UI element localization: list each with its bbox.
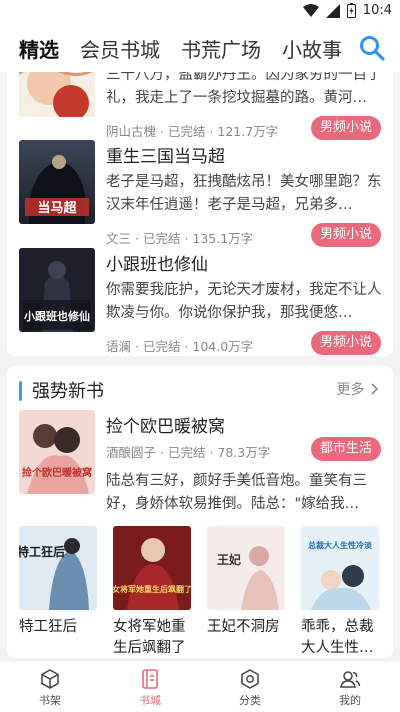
tab-member-store[interactable]: 会员书城: [80, 34, 160, 63]
section-header: 强势新书 更多: [7, 376, 393, 406]
tab-featured[interactable]: 精选: [19, 34, 59, 63]
book-author: 阴山古槐: [106, 124, 157, 139]
grid-book-item[interactable]: 王妃 王妃不洞房: [207, 526, 285, 658]
book-word-count: 104.0万字: [192, 339, 254, 354]
bookstore-icon: [142, 669, 158, 689]
cover-title: 特工狂后: [19, 544, 65, 559]
book-author: 语澜: [106, 339, 132, 354]
book-description: 老子是马超，狂拽酷炫吊！美女哪里跑？东汉末年任逍遥！老子是马超，兄弟多…: [106, 174, 382, 213]
category-icon: [241, 669, 259, 689]
book-cover: 捡个欧巴暖被窝: [19, 410, 95, 494]
nav-label: 书城: [139, 694, 161, 707]
book-item[interactable]: 小跟班也修仙 小跟班也修仙 你需要我庇护，无论天才废材，我定不让人欺凌与你。你说…: [7, 248, 393, 355]
nav-label: 我的: [339, 694, 361, 707]
book-meta: 文三 · 已完结 · 135.1万字: [106, 231, 254, 246]
section-accent-bar: [19, 381, 22, 401]
book-title: 特工狂后: [19, 619, 77, 635]
profile-icon: [340, 671, 361, 688]
book-word-count: 78.3万字: [217, 445, 271, 460]
genre-tag[interactable]: 男频小说: [310, 331, 381, 355]
battery-icon: [346, 3, 356, 18]
grid-book-item[interactable]: 总裁大人生性冷淡 乖乖，总裁大人生性…: [301, 526, 379, 658]
book-word-count: 121.7万字: [217, 124, 279, 139]
book-title[interactable]: 重生三国当马超: [106, 142, 225, 167]
genre-tag[interactable]: 男频小说: [310, 223, 381, 247]
book-cover: 特工狂后: [19, 526, 97, 610]
book-status: 已完结: [142, 231, 181, 246]
genre-tag[interactable]: 男频小说: [310, 116, 381, 140]
book-title[interactable]: 小跟班也修仙: [106, 250, 208, 275]
top-tab-bar: 精选 会员书城 书荒广场 小故事: [0, 24, 400, 72]
tab-short-stories[interactable]: 小故事: [282, 34, 342, 63]
grid-book-item[interactable]: 特工狂后 特工狂后: [19, 526, 97, 658]
book-status: 已完结: [142, 339, 181, 354]
nav-label: 书架: [39, 694, 61, 707]
status-bar: 10:4: [0, 0, 400, 24]
book-status: 已完结: [167, 445, 206, 460]
book-title[interactable]: 捡个欧巴暖被窝: [106, 412, 225, 437]
bookshelf-icon: [41, 669, 59, 689]
book-cover: 小跟班也修仙: [19, 248, 95, 332]
chevron-right-icon: [371, 383, 379, 395]
book-cover: [19, 72, 95, 117]
book-item[interactable]: 当马超 重生三国当马超 老子是马超，狂拽酷炫吊！美女哪里跑？东汉末年任逍遥！老子…: [7, 140, 393, 247]
nav-profile[interactable]: 我的: [300, 661, 400, 712]
search-button[interactable]: [358, 34, 386, 62]
nav-bookshelf[interactable]: 书架: [0, 661, 100, 712]
book-word-count: 135.1万字: [192, 231, 254, 246]
book-title: 乖乖，总裁大人生性…: [301, 619, 374, 656]
search-icon: [360, 36, 385, 61]
book-cover: 当马超: [19, 140, 95, 224]
bottom-nav-bar: 书架 书城 分类 我的: [0, 660, 400, 712]
grid-book-item[interactable]: 女将军她重生后飒翻了 女将军她重生后飒翻了: [113, 526, 191, 658]
tab-book-plaza[interactable]: 书荒广场: [181, 34, 261, 63]
cover-title: 捡个欧巴暖被窝: [22, 466, 92, 479]
book-grid: 特工狂后 特工狂后 女将军她重生后飒翻了 女将军她重生后飒翻了 王妃 王妃不洞房…: [7, 526, 393, 656]
cover-title: 女将军她重生后飒翻了: [113, 584, 191, 594]
cover-title: 小跟班也修仙: [23, 309, 90, 323]
new-books-card: 强势新书 更多 捡个欧巴暖被窝 捡个欧巴暖被窝 酒酿圆子 · 已完结 · 78.…: [7, 366, 393, 658]
book-cover: 女将军她重生后飒翻了: [113, 526, 191, 610]
section-title: 强势新书: [32, 381, 104, 402]
cover-title: 总裁大人生性冷淡: [308, 540, 373, 550]
book-description: 陆总有三好，颜好手美低音炮。童笑有三好，身娇体软易推倒。陆总："嫁给我…: [106, 473, 367, 512]
book-description: 你需要我庇护，无论天才废材，我定不让人欺凌与你。你说你保护我，那我便悠…: [106, 282, 382, 321]
genre-tag[interactable]: 都市生活: [310, 437, 381, 461]
nav-label: 分类: [239, 694, 261, 707]
book-meta: 阴山古槐 · 已完结 · 121.7万字: [106, 124, 279, 139]
wifi-icon: [302, 3, 319, 17]
book-list-card: 三十八万，盐霸办丹王。因为家穷的一百了礼，我走上了一条挖坟掘墓的路。黄河… 阴山…: [7, 72, 393, 356]
cover-title: 王妃: [217, 552, 241, 567]
cover-title: 当马超: [37, 200, 77, 216]
status-time: 10:4: [362, 3, 392, 18]
book-description: 三十八万，盐霸办丹王。因为家穷的一百了礼，我走上了一条挖坟掘墓的路。黄河…: [106, 72, 382, 106]
book-title: 女将军她重生后飒翻了: [113, 619, 186, 656]
nav-category[interactable]: 分类: [200, 661, 300, 712]
book-status: 已完结: [167, 124, 206, 139]
nav-bookstore[interactable]: 书城: [100, 661, 200, 712]
book-title: 王妃不洞房: [207, 619, 280, 635]
book-meta: 酒酿圆子 · 已完结 · 78.3万字: [106, 445, 271, 460]
more-link[interactable]: 更多: [337, 379, 379, 399]
signal-icon: [325, 3, 340, 18]
book-item[interactable]: 三十八万，盐霸办丹王。因为家穷的一百了礼，我走上了一条挖坟掘墓的路。黄河… 阴山…: [7, 72, 393, 140]
featured-book[interactable]: 捡个欧巴暖被窝 捡个欧巴暖被窝 酒酿圆子 · 已完结 · 78.3万字 都市生活…: [7, 410, 393, 520]
book-author: 文三: [106, 231, 132, 246]
status-icons: 10:4: [302, 3, 392, 18]
more-label: 更多: [336, 382, 365, 398]
book-meta: 语澜 · 已完结 · 104.0万字: [106, 339, 254, 354]
book-author: 酒酿圆子: [106, 445, 157, 460]
book-cover: 王妃: [207, 526, 285, 610]
book-cover: 总裁大人生性冷淡: [301, 526, 379, 610]
